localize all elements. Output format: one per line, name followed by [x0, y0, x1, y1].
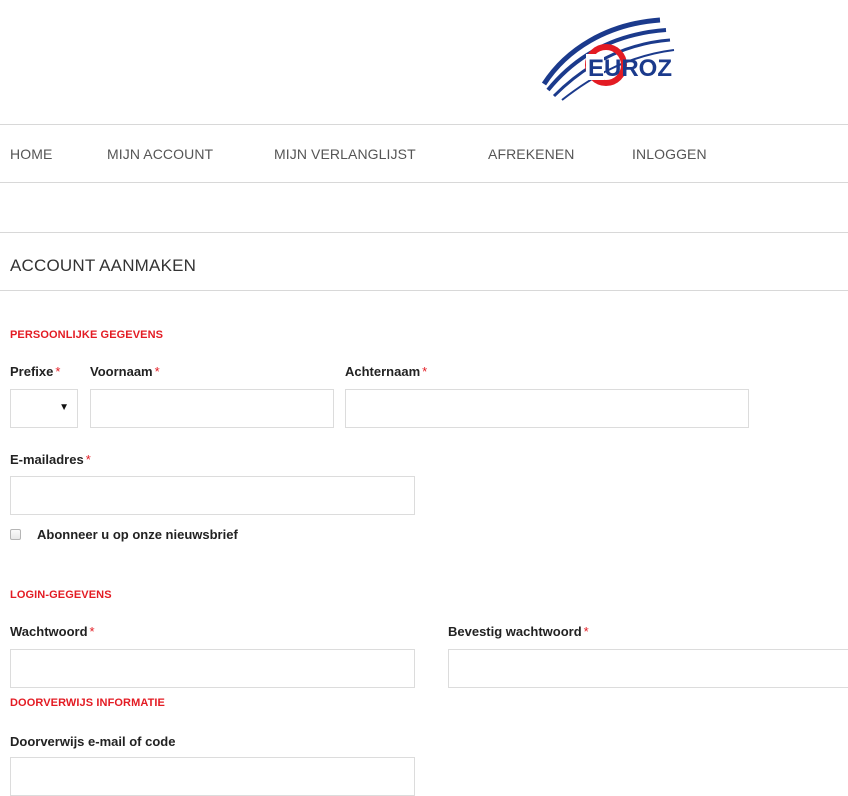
nav-my-account[interactable]: MIJN ACCOUNT	[107, 146, 213, 162]
email-label: E-mailadres *	[10, 452, 91, 467]
password-input[interactable]	[10, 649, 415, 688]
confirm-password-label-text: Bevestig wachtwoord	[448, 624, 582, 639]
required-marker: *	[85, 452, 91, 467]
required-marker: *	[55, 364, 61, 379]
nav-top-divider	[0, 124, 848, 125]
title-top-divider	[0, 232, 848, 233]
nav-checkout[interactable]: AFREKENEN	[488, 146, 574, 162]
referral-code-label: Doorverwijs e-mail of code	[10, 734, 176, 749]
prefix-label-text: Prefixe	[10, 364, 54, 379]
confirm-password-label: Bevestig wachtwoord *	[448, 624, 589, 639]
nav-home[interactable]: HOME	[10, 146, 52, 162]
required-marker: *	[89, 624, 95, 639]
password-label: Wachtwoord *	[10, 624, 95, 639]
lastname-input[interactable]	[345, 389, 749, 428]
required-marker: *	[154, 364, 160, 379]
nav-wishlist[interactable]: MIJN VERLANGLIJST	[274, 146, 416, 162]
lastname-label: Achternaam *	[345, 364, 427, 379]
nav-bottom-divider	[0, 182, 848, 183]
firstname-label-text: Voornaam	[90, 364, 153, 379]
email-input[interactable]	[10, 476, 415, 515]
email-label-text: E-mailadres	[10, 452, 84, 467]
logo-graphic: EUROZ	[541, 17, 675, 101]
newsletter-label[interactable]: Abonneer u op onze nieuwsbrief	[37, 527, 238, 542]
prefix-select[interactable]: ▼	[10, 389, 78, 428]
lastname-label-text: Achternaam	[345, 364, 421, 379]
password-label-text: Wachtwoord	[10, 624, 88, 639]
section-title-personal: PERSOONLIJKE GEGEVENS	[10, 329, 164, 341]
prefix-label: Prefixe *	[10, 364, 60, 379]
required-marker: *	[422, 364, 428, 379]
title-bottom-divider	[0, 290, 848, 291]
section-title-referral: DOORVERWIJS INFORMATIE	[10, 697, 165, 709]
required-marker: *	[583, 624, 589, 639]
section-title-login: LOGIN-GEGEVENS	[10, 589, 112, 601]
referral-code-input[interactable]	[10, 757, 415, 796]
newsletter-checkbox[interactable]	[10, 529, 21, 540]
site-logo[interactable]: EUROZ	[536, 10, 696, 110]
logo-text: EUROZ	[588, 55, 672, 82]
nav-login[interactable]: INLOGGEN	[632, 146, 707, 162]
confirm-password-input[interactable]	[448, 649, 848, 688]
firstname-label: Voornaam *	[90, 364, 160, 379]
page-title: ACCOUNT AANMAKEN	[10, 256, 197, 275]
firstname-input[interactable]	[90, 389, 334, 428]
dropdown-arrow-icon: ▼	[59, 402, 69, 413]
